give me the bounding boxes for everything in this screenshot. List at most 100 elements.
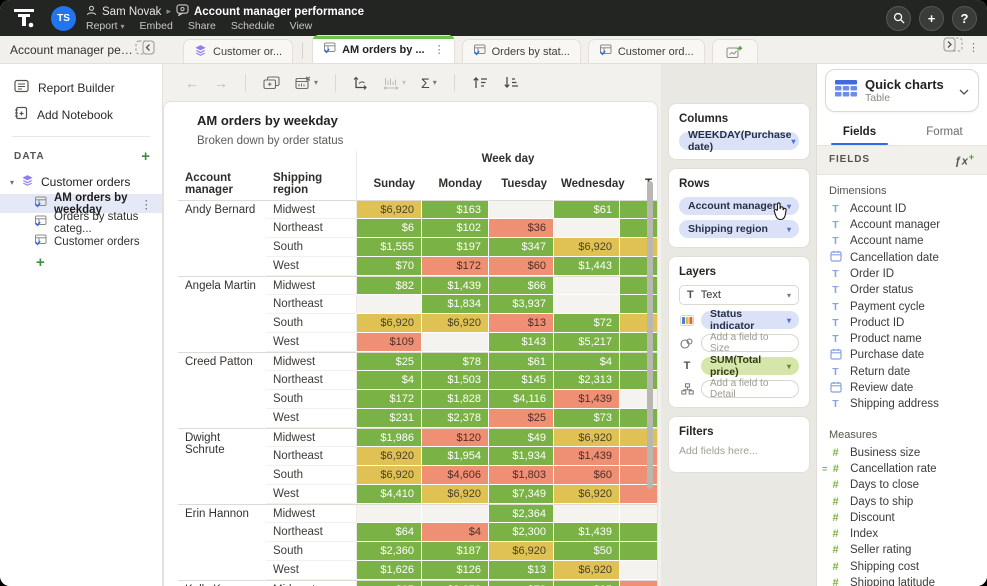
value-cell[interactable]: $60 — [489, 257, 554, 276]
column-header-monday[interactable]: Monday — [422, 168, 489, 200]
value-cell[interactable]: $25 — [356, 352, 422, 371]
value-cell[interactable] — [620, 580, 658, 586]
slot-drop-target[interactable]: Add a field to Detail — [701, 380, 799, 398]
region-cell[interactable]: Northeast — [266, 447, 356, 466]
undo-button[interactable]: ← — [185, 75, 199, 91]
region-cell[interactable]: South — [266, 466, 356, 485]
value-cell[interactable]: $1,803 — [489, 466, 554, 485]
menu-share[interactable]: Share — [188, 20, 216, 32]
value-cell[interactable]: $25 — [554, 580, 620, 586]
value-cell[interactable]: $231 — [356, 409, 422, 428]
sort-descending-button[interactable] — [503, 76, 519, 89]
measure-business-size[interactable]: #Business size — [817, 445, 987, 461]
region-cell[interactable]: South — [266, 542, 356, 561]
measure-cancellation-rate[interactable]: =#Cancellation rate — [817, 461, 987, 477]
value-cell[interactable]: $1,439 — [422, 276, 489, 295]
add-chart-button[interactable]: + — [36, 254, 45, 271]
value-cell[interactable]: $4,606 — [422, 466, 489, 485]
value-cell[interactable]: $5,217 — [554, 333, 620, 352]
value-cell[interactable]: $163 — [422, 200, 489, 219]
dimension-account-id[interactable]: TAccount ID — [817, 201, 987, 217]
region-cell[interactable]: Northeast — [266, 295, 356, 314]
region-cell[interactable]: Midwest — [266, 276, 356, 295]
value-cell[interactable]: $82 — [356, 276, 422, 295]
value-cell[interactable]: $25 — [489, 409, 554, 428]
value-cell[interactable]: $6,920 — [356, 314, 422, 333]
manager-cell[interactable]: Erin Hannon — [178, 504, 266, 580]
dimension-account-manager[interactable]: TAccount manager — [817, 217, 987, 233]
region-cell[interactable]: West — [266, 485, 356, 504]
dimension-product-name[interactable]: TProduct name — [817, 331, 987, 347]
region-cell[interactable]: West — [266, 409, 356, 428]
region-cell[interactable]: Midwest — [266, 352, 356, 371]
value-cell[interactable] — [620, 504, 658, 523]
value-cell[interactable]: $187 — [422, 542, 489, 561]
value-cell[interactable] — [554, 219, 620, 238]
expand-panel-icon[interactable] — [943, 37, 963, 57]
quick-charts-selector[interactable]: Quick charts Table — [825, 69, 979, 112]
dimension-cancellation-date[interactable]: Cancellation date — [817, 250, 987, 266]
value-cell[interactable]: $6,920 — [554, 485, 620, 504]
dimension-return-date[interactable]: TReturn date — [817, 364, 987, 380]
value-cell[interactable]: $6,920 — [422, 314, 489, 333]
value-cell[interactable]: $2,360 — [356, 542, 422, 561]
swap-axes-button[interactable] — [353, 76, 368, 90]
region-cell[interactable]: Northeast — [266, 523, 356, 542]
manager-cell[interactable]: Kelly Kapoor — [178, 580, 266, 586]
distribution-button[interactable]: ▾ — [383, 76, 406, 90]
region-cell[interactable]: South — [266, 314, 356, 333]
value-cell[interactable]: $6,920 — [422, 485, 489, 504]
value-cell[interactable]: $197 — [422, 238, 489, 257]
sidebar-action-add-notebook[interactable]: Add Notebook — [0, 101, 162, 128]
help-button[interactable]: ? — [952, 6, 977, 31]
value-cell[interactable]: $2,364 — [489, 504, 554, 523]
region-cell[interactable]: Northeast — [266, 219, 356, 238]
aggregation-button[interactable]: Σ▾ — [421, 75, 437, 91]
sidebar-item-orders-by-status-categ-[interactable]: Orders by status categ... — [0, 213, 162, 232]
value-cell[interactable]: $143 — [489, 333, 554, 352]
value-cell[interactable]: $72 — [554, 314, 620, 333]
table-scrollbar[interactable] — [647, 181, 653, 489]
value-cell[interactable]: $1,828 — [422, 390, 489, 409]
user-name[interactable]: Sam Novak — [102, 6, 161, 18]
measure-seller-rating[interactable]: #Seller rating — [817, 542, 987, 558]
value-cell[interactable]: $6,920 — [356, 466, 422, 485]
filters-drop-target[interactable]: Add fields here... — [679, 445, 799, 463]
tab-customer-or-[interactable]: Customer or... — [183, 39, 293, 63]
value-cell[interactable]: $4,116 — [489, 390, 554, 409]
value-cell[interactable]: $4 — [422, 523, 489, 542]
app-logo-icon[interactable] — [12, 6, 38, 30]
add-formula-button[interactable]: ƒx+ — [955, 152, 975, 168]
value-cell[interactable]: $347 — [489, 238, 554, 257]
value-cell[interactable]: $109 — [356, 333, 422, 352]
value-cell[interactable]: $2,053 — [422, 580, 489, 586]
field-pill-sum-total-price-[interactable]: SUM(Total price)▾ — [701, 357, 799, 375]
value-cell[interactable]: $6,920 — [356, 200, 422, 219]
value-cell[interactable]: $50 — [554, 542, 620, 561]
value-cell[interactable]: $102 — [422, 219, 489, 238]
menu-report[interactable]: Report▾ — [86, 20, 125, 32]
value-cell[interactable]: $1,834 — [422, 295, 489, 314]
value-cell[interactable]: $78 — [422, 352, 489, 371]
value-cell[interactable]: $6,920 — [554, 561, 620, 580]
value-cell[interactable]: $1,439 — [554, 390, 620, 409]
user-avatar[interactable]: TS — [51, 6, 76, 31]
value-cell[interactable]: $172 — [356, 390, 422, 409]
region-cell[interactable]: South — [266, 238, 356, 257]
sidebar-item-customer-orders[interactable]: Customer orders — [0, 232, 162, 251]
value-cell[interactable] — [620, 561, 658, 580]
value-cell[interactable]: $126 — [422, 561, 489, 580]
region-cell[interactable]: West — [266, 333, 356, 352]
chevron-down-icon[interactable]: ▾ — [10, 178, 14, 187]
value-cell[interactable]: $172 — [422, 257, 489, 276]
value-cell[interactable]: $4 — [356, 371, 422, 390]
measure-shipping-latitude[interactable]: #Shipping latitude — [817, 575, 987, 586]
value-cell[interactable]: $3,937 — [489, 295, 554, 314]
value-cell[interactable]: $49 — [489, 428, 554, 447]
value-cell[interactable] — [620, 523, 658, 542]
column-header-wednesday[interactable]: Wednesday — [554, 168, 620, 200]
value-cell[interactable] — [554, 295, 620, 314]
value-cell[interactable]: $6,920 — [489, 542, 554, 561]
item-kebab-icon[interactable]: ⋮ — [141, 197, 163, 211]
value-cell[interactable]: $6 — [356, 219, 422, 238]
